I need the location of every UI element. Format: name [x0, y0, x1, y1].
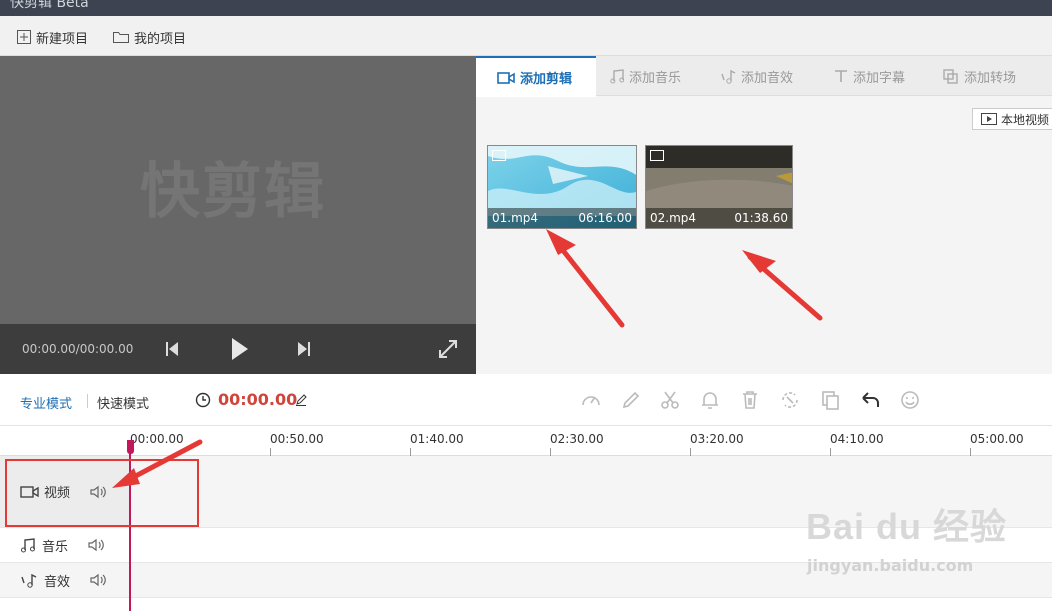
player-controls: 00:00.00/00:00.00	[0, 324, 476, 374]
my-projects-button[interactable]: 我的项目	[112, 27, 186, 47]
sound-effect-track-header: 音效	[0, 563, 130, 597]
music-track-label: 音乐	[42, 539, 69, 555]
clip-duration: 01:38.60	[734, 211, 788, 225]
tick-label: 00:50.00	[270, 432, 324, 446]
sound-effect-icon	[21, 573, 37, 588]
play-icon[interactable]	[230, 336, 250, 362]
clip-duration: 06:16.00	[578, 211, 632, 225]
empty-track	[0, 598, 1052, 611]
scissors-icon[interactable]	[659, 389, 681, 411]
music-track-header: 音乐	[0, 528, 130, 562]
speed-icon[interactable]	[580, 389, 602, 411]
preview-watermark: 快剪辑	[0, 56, 476, 324]
quick-mode-button[interactable]: 快速模式	[97, 393, 149, 412]
local-video-button[interactable]: 本地视频	[972, 108, 1052, 130]
music-note-icon	[610, 68, 624, 83]
media-clip[interactable]: 01.mp4 06:16.00	[487, 145, 637, 229]
timeline-toolbar: 专业模式 快速模式 00:00.00	[0, 374, 1052, 426]
text-icon	[835, 70, 847, 82]
copy-icon[interactable]	[819, 389, 841, 411]
my-projects-label: 我的项目	[134, 31, 187, 47]
bell-icon[interactable]	[699, 389, 721, 411]
speaker-icon[interactable]	[90, 573, 106, 587]
tick-mark	[970, 448, 971, 456]
baidu-logo-text: Bai du 经验	[806, 506, 1008, 547]
clip-name: 01.mp4	[492, 211, 539, 225]
tab-add-transition[interactable]: 添加转场	[943, 56, 1016, 96]
baidu-jingyan-watermark: Bai du 经验 jingyan.baidu.com	[805, 498, 1045, 593]
tab-add-sound-effect-label: 添加音效	[741, 70, 794, 86]
tick-mark	[690, 448, 691, 456]
title-bar: 快剪辑 Beta	[0, 0, 1052, 16]
local-video-label: 本地视频	[1001, 112, 1050, 127]
app-window: 快剪辑 Beta 新建项目 我的项目 快剪辑 00:00.00/00:00.00…	[0, 0, 1052, 611]
menu-bar: 新建项目 我的项目	[0, 16, 1052, 56]
tick-label: 05:00.00	[970, 432, 1024, 446]
player-timecode: 00:00.00/00:00.00	[22, 342, 134, 356]
tick-mark	[270, 448, 271, 456]
tab-add-music[interactable]: 添加音乐	[610, 56, 681, 96]
previous-frame-icon[interactable]	[165, 340, 179, 358]
annotation-arrow	[112, 439, 203, 488]
tick-label: 03:20.00	[690, 432, 744, 446]
crop-rotate-icon[interactable]	[779, 389, 801, 411]
tab-add-clip[interactable]: 添加剪辑	[476, 56, 596, 97]
transition-icon	[943, 68, 958, 84]
clip-name: 02.mp4	[650, 211, 697, 225]
video-camera-icon	[497, 71, 515, 84]
annotation-arrows	[546, 229, 823, 328]
video-badge-icon	[650, 150, 664, 161]
media-tabs: 添加剪辑 添加音乐 添加音效 添加字幕 添加转场	[476, 56, 1052, 97]
watermark-text: 快剪辑	[140, 156, 326, 227]
video-file-icon	[981, 113, 997, 125]
next-frame-icon[interactable]	[297, 340, 311, 358]
app-title: 快剪辑 Beta	[10, 0, 89, 11]
tab-add-subtitle[interactable]: 添加字幕	[834, 56, 905, 96]
new-project-button[interactable]: 新建项目	[16, 27, 88, 47]
media-clip[interactable]: 02.mp4 01:38.60	[645, 145, 793, 229]
plus-box-icon	[17, 30, 31, 44]
sticker-icon[interactable]	[899, 389, 921, 411]
music-note-icon	[21, 538, 35, 553]
tab-add-music-label: 添加音乐	[629, 70, 682, 86]
sound-effect-icon	[721, 69, 736, 84]
mode-divider	[87, 394, 88, 408]
pencil-icon[interactable]	[620, 389, 642, 411]
tick-label: 02:30.00	[550, 432, 604, 446]
tab-add-subtitle-label: 添加字幕	[853, 70, 906, 86]
pro-mode-button[interactable]: 专业模式	[20, 393, 72, 412]
tab-add-sound-effect[interactable]: 添加音效	[720, 56, 793, 96]
tick-mark	[410, 448, 411, 456]
clock-icon	[195, 392, 211, 408]
trash-icon[interactable]	[739, 389, 761, 411]
tick-label: 04:10.00	[830, 432, 884, 446]
tick-mark	[830, 448, 831, 456]
baidu-url: jingyan.baidu.com	[807, 556, 974, 575]
fullscreen-icon[interactable]	[438, 339, 458, 359]
current-time: 00:00.00	[218, 390, 298, 409]
folder-icon	[113, 32, 129, 43]
video-badge-icon	[492, 150, 506, 161]
edit-time-icon[interactable]	[295, 394, 307, 406]
speaker-icon[interactable]	[88, 538, 104, 552]
tab-add-transition-label: 添加转场	[964, 70, 1017, 86]
new-project-label: 新建项目	[36, 31, 89, 47]
tab-add-clip-label: 添加剪辑	[520, 72, 573, 87]
tick-label: 01:40.00	[410, 432, 464, 446]
tick-mark	[550, 448, 551, 456]
sound-effect-track-label: 音效	[44, 574, 71, 590]
undo-icon[interactable]	[859, 389, 881, 411]
